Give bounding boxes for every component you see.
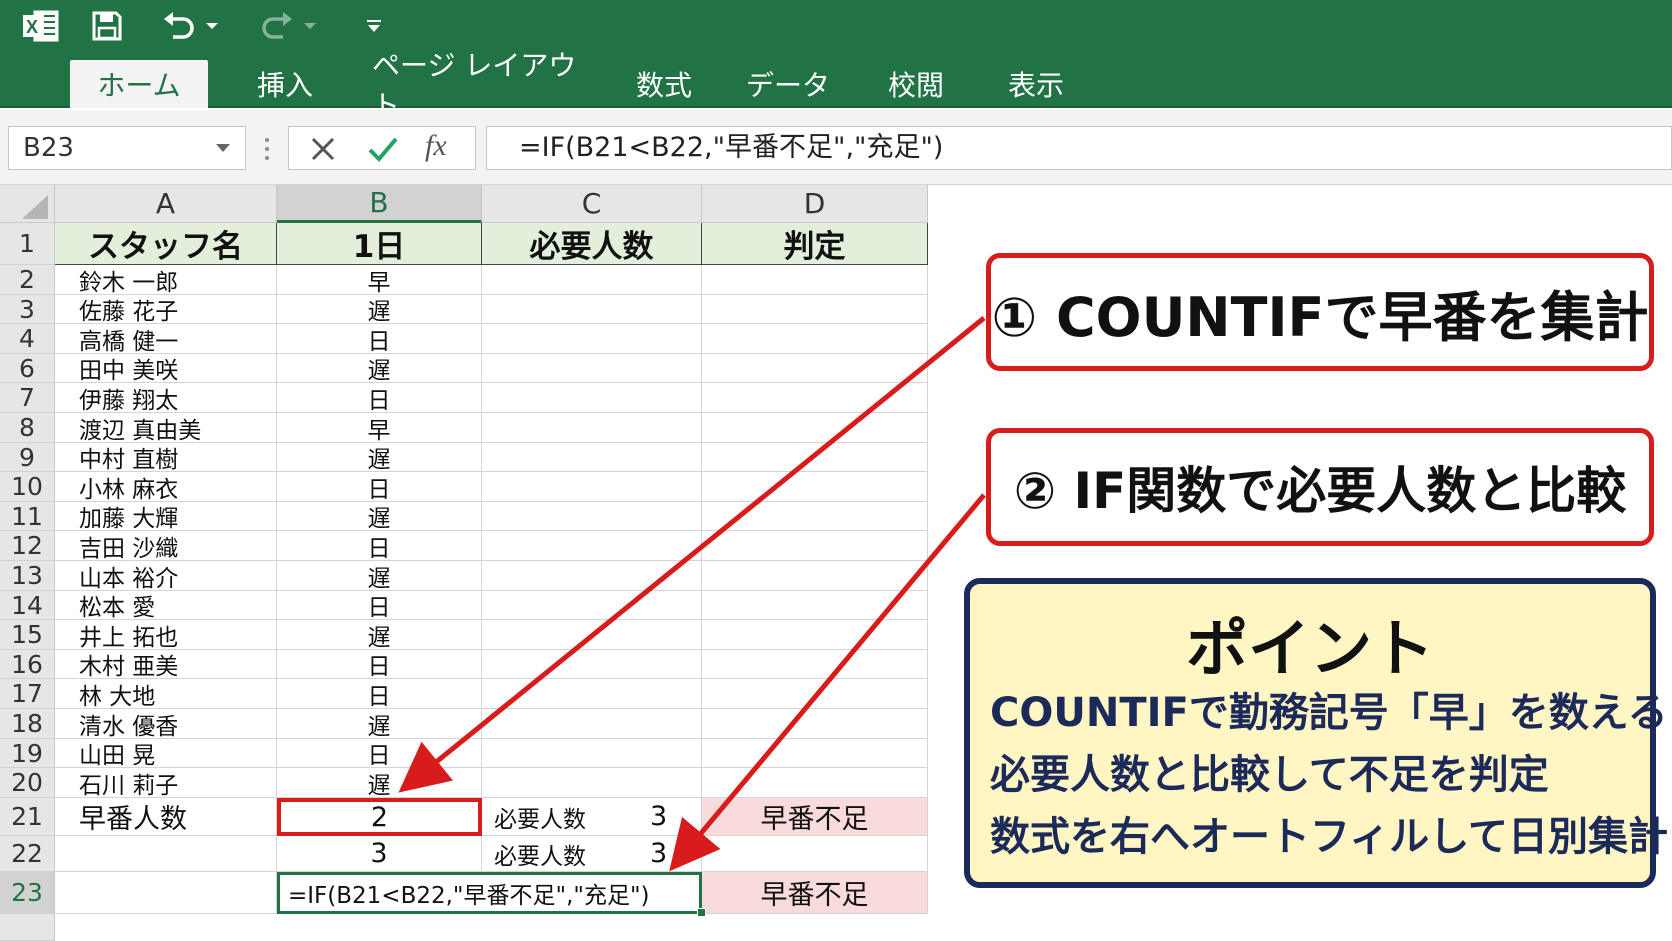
point-line-1: COUNTIFで勤務記号「早」を数える: [990, 690, 1668, 736]
arrow-to-countif: [398, 316, 986, 793]
point-line-2: 必要人数と比較して不足を判定: [990, 752, 1549, 798]
point-box: ポイント COUNTIFで勤務記号「早」を数える 必要人数と比較して不足を判定 …: [964, 578, 1668, 888]
point-line-3: 数式を右へオートフィルして日別集計: [990, 814, 1668, 860]
active-formula-cell[interactable]: =IF(B21<B22,"早番不足","充足"): [277, 872, 702, 914]
arrow-to-if: [669, 493, 986, 872]
callout-step1: ① COUNTIFで早番を集計: [986, 253, 1654, 371]
point-title: ポイント: [1185, 612, 1434, 685]
fill-handle[interactable]: [697, 908, 706, 917]
callout-step2: ② IF関数で必要人数と比較: [986, 428, 1654, 546]
